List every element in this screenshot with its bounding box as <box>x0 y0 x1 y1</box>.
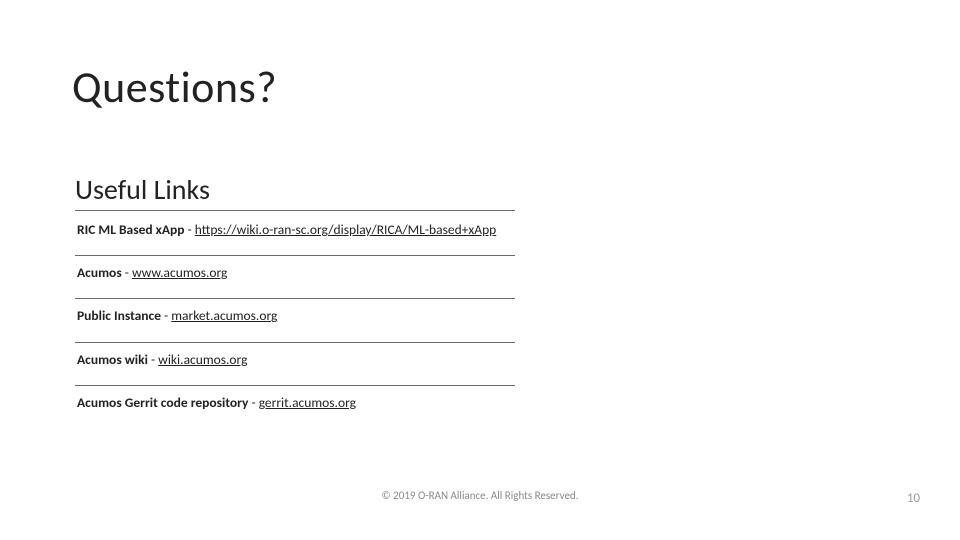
link-separator: - <box>122 264 132 281</box>
link-label: RIC ML Based xApp <box>77 221 185 238</box>
footer-copyright: © 2019 O-RAN Alliance. All Rights Reserv… <box>0 489 960 502</box>
link-url[interactable]: www.acumos.org <box>132 264 227 281</box>
link-label: Acumos <box>77 264 122 281</box>
list-item: Acumos - www.acumos.org <box>75 255 515 298</box>
link-url[interactable]: gerrit.acumos.org <box>259 394 356 411</box>
link-url[interactable]: https://wiki.o-ran-sc.org/display/RICA/M… <box>195 221 496 238</box>
link-separator: - <box>161 307 171 324</box>
list-item: Public Instance - market.acumos.org <box>75 298 515 341</box>
link-url[interactable]: market.acumos.org <box>171 307 277 324</box>
link-separator: - <box>248 394 258 411</box>
link-label: Acumos Gerrit code repository <box>77 394 248 411</box>
list-item: Acumos Gerrit code repository - gerrit.a… <box>75 385 515 428</box>
link-separator: - <box>148 351 158 368</box>
link-label: Public Instance <box>77 307 161 324</box>
page-number: 10 <box>907 491 920 506</box>
list-item: RIC ML Based xApp - https://wiki.o-ran-s… <box>75 210 515 255</box>
link-url[interactable]: wiki.acumos.org <box>158 351 247 368</box>
link-label: Acumos wiki <box>77 351 148 368</box>
section-subtitle: Useful Links <box>75 172 210 207</box>
links-list: RIC ML Based xApp - https://wiki.o-ran-s… <box>75 210 515 428</box>
list-item: Acumos wiki - wiki.acumos.org <box>75 342 515 385</box>
slide-title: Questions? <box>72 60 277 114</box>
link-separator: - <box>185 221 195 238</box>
slide: Questions? Useful Links RIC ML Based xAp… <box>0 0 960 540</box>
